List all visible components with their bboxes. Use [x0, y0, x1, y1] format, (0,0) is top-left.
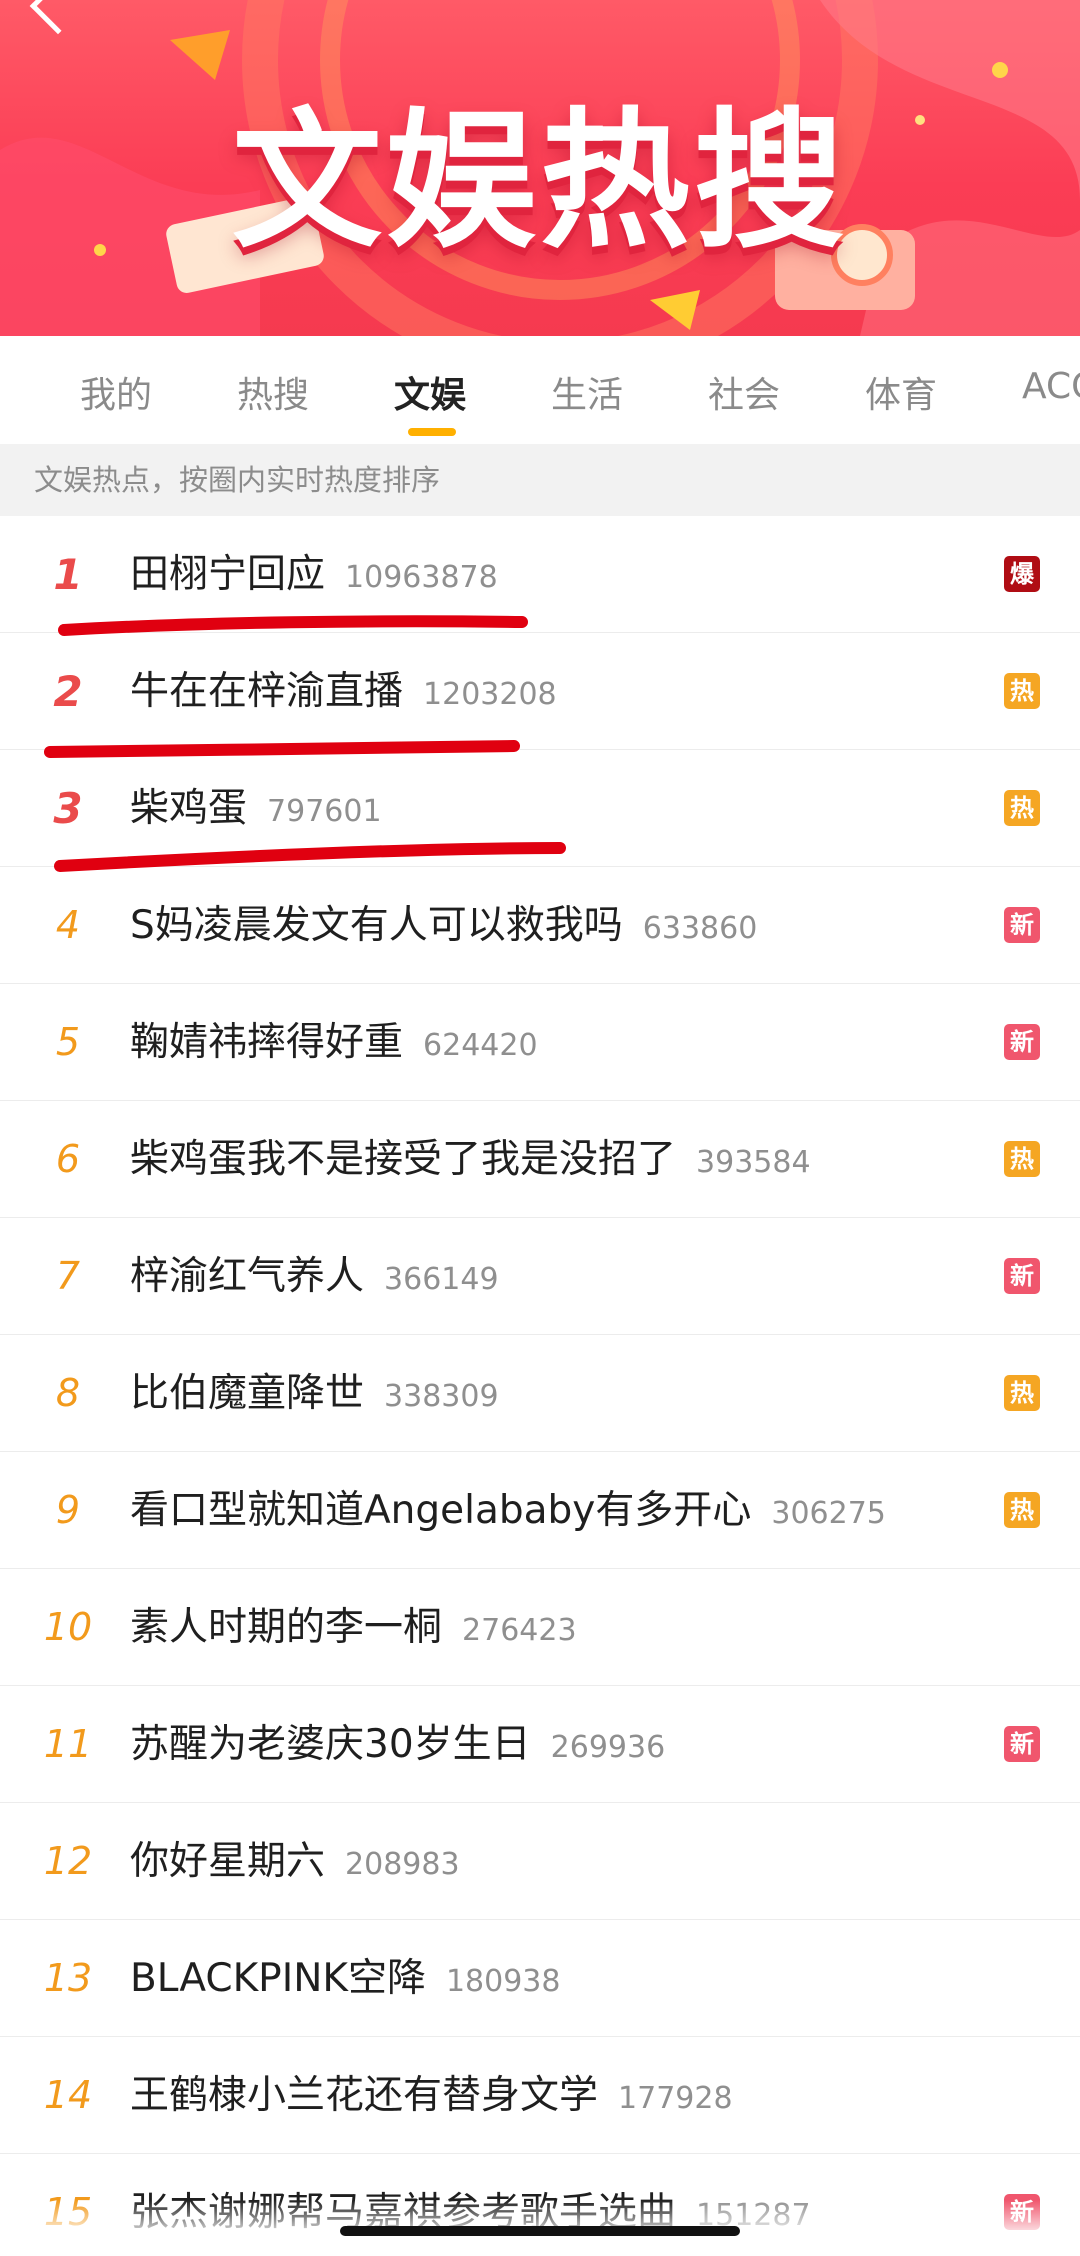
heat-count: 338309	[384, 1379, 499, 1414]
list-item[interactable]: 4 S妈凌晨发文有人可以救我吗 633860 新	[0, 867, 1080, 984]
list-item[interactable]: 11 苏醒为老婆庆30岁生日 269936 新	[0, 1686, 1080, 1803]
home-indicator[interactable]	[340, 2226, 740, 2236]
list-item[interactable]: 2 牛在在梓渝直播 1203208 热	[0, 633, 1080, 750]
heat-count: 276423	[462, 1613, 577, 1648]
topic-title[interactable]: BLACKPINK空降	[130, 1956, 426, 2001]
tab-sports[interactable]: 体育	[865, 366, 937, 418]
tab-mine[interactable]: 我的	[80, 366, 152, 418]
topic-title[interactable]: 梓渝红气养人	[130, 1254, 364, 1299]
new-badge: 新	[1004, 907, 1040, 943]
hot-badge: 热	[1004, 1492, 1040, 1528]
list-item[interactable]: 1 田栩宁回应 10963878 爆	[0, 516, 1080, 633]
rank-number: 7	[55, 1254, 81, 1298]
heat-count: 624420	[423, 1028, 538, 1063]
heat-count: 208983	[345, 1847, 460, 1882]
list-item[interactable]: 6 柴鸡蛋我不是接受了我是没招了 393584 热	[0, 1101, 1080, 1218]
list-item[interactable]: 8 比伯魔童降世 338309 热	[0, 1335, 1080, 1452]
list-item[interactable]: 5 鞠婧祎摔得好重 624420 新	[0, 984, 1080, 1101]
tab-hot-search[interactable]: 热搜	[237, 366, 309, 418]
rank-number: 4	[55, 903, 81, 947]
tab-acg[interactable]: ACG	[1022, 366, 1080, 407]
topic-title[interactable]: 素人时期的李一桐	[130, 1605, 442, 1650]
heat-count: 633860	[642, 911, 758, 946]
list-item[interactable]: 12 你好星期六 208983	[0, 1803, 1080, 1920]
list-item[interactable]: 10 素人时期的李一桐 276423	[0, 1569, 1080, 1686]
new-badge: 新	[1004, 1024, 1040, 1060]
rank-number: 3	[53, 784, 83, 833]
topic-title[interactable]: 柴鸡蛋	[130, 786, 247, 831]
topic-title[interactable]: 王鹤棣小兰花还有替身文学	[130, 2073, 598, 2118]
tab-society[interactable]: 社会	[708, 366, 780, 418]
list-item[interactable]: 3 柴鸡蛋 797601 热	[0, 750, 1080, 867]
heat-count: 177928	[618, 2081, 733, 2116]
explosive-badge: 爆	[1004, 556, 1040, 592]
topic-title[interactable]: 苏醒为老婆庆30岁生日	[130, 1722, 531, 1767]
topic-title[interactable]: 田栩宁回应	[130, 552, 325, 597]
heat-count: 366149	[384, 1262, 499, 1297]
rank-number: 13	[43, 1956, 93, 2000]
heat-count: 180938	[445, 1964, 561, 1999]
banner-title: 文娱热搜	[231, 95, 848, 269]
rank-number: 8	[55, 1371, 81, 1415]
rank-number: 14	[43, 2073, 93, 2117]
topic-title[interactable]: 鞠婧祎摔得好重	[130, 1020, 403, 1065]
heat-count: 393584	[696, 1145, 811, 1180]
topic-title[interactable]: S妈凌晨发文有人可以救我吗	[130, 903, 623, 948]
list-item[interactable]: 9 看口型就知道Angelababy有多开心 306275 热	[0, 1452, 1080, 1569]
topic-title[interactable]: 比伯魔童降世	[130, 1371, 364, 1416]
heat-count: 269936	[550, 1730, 666, 1765]
topic-title[interactable]: 你好星期六	[130, 1839, 325, 1884]
new-badge: 新	[1004, 1726, 1040, 1762]
hot-search-banner: 文娱热搜	[0, 0, 1080, 336]
rank-number: 1	[53, 550, 83, 599]
active-tab-indicator	[408, 428, 456, 436]
rank-number: 12	[43, 1839, 93, 1883]
hot-badge: 热	[1004, 1141, 1040, 1177]
category-tabs: 我的 热搜 文娱 生活 社会 体育 ACG	[0, 336, 1080, 444]
rank-number: 9	[55, 1488, 81, 1532]
list-item[interactable]: 7 梓渝红气养人 366149 新	[0, 1218, 1080, 1335]
rank-number: 5	[55, 1020, 81, 1064]
heat-count: 306275	[771, 1496, 886, 1531]
hot-badge: 热	[1004, 790, 1040, 826]
hot-search-list: 1 田栩宁回应 10963878 爆 2 牛在在梓渝直播 1203208 热 3 柴…	[0, 516, 1080, 2256]
tab-entertainment[interactable]: 文娱	[394, 366, 466, 418]
list-item[interactable]: 13 BLACKPINK空降 180938	[0, 1920, 1080, 2037]
heat-count: 1203208	[423, 677, 557, 712]
new-badge: 新	[1004, 1258, 1040, 1294]
list-item[interactable]: 14 王鹤棣小兰花还有替身文学 177928	[0, 2037, 1080, 2154]
rank-number: 6	[55, 1137, 81, 1181]
heat-count: 797601	[267, 794, 382, 829]
topic-title[interactable]: 柴鸡蛋我不是接受了我是没招了	[130, 1137, 676, 1182]
rank-number: 11	[43, 1722, 93, 1766]
topic-title[interactable]: 看口型就知道Angelababy有多开心	[130, 1488, 751, 1533]
hot-badge: 热	[1004, 1375, 1040, 1411]
ranking-hint: 文娱热点，按圈内实时热度排序	[0, 444, 1080, 516]
hot-badge: 热	[1004, 673, 1040, 709]
rank-number: 2	[53, 667, 83, 716]
rank-number: 10	[43, 1605, 93, 1649]
topic-title[interactable]: 牛在在梓渝直播	[130, 669, 403, 714]
heat-count: 10963878	[345, 560, 498, 595]
tab-life[interactable]: 生活	[551, 366, 623, 418]
